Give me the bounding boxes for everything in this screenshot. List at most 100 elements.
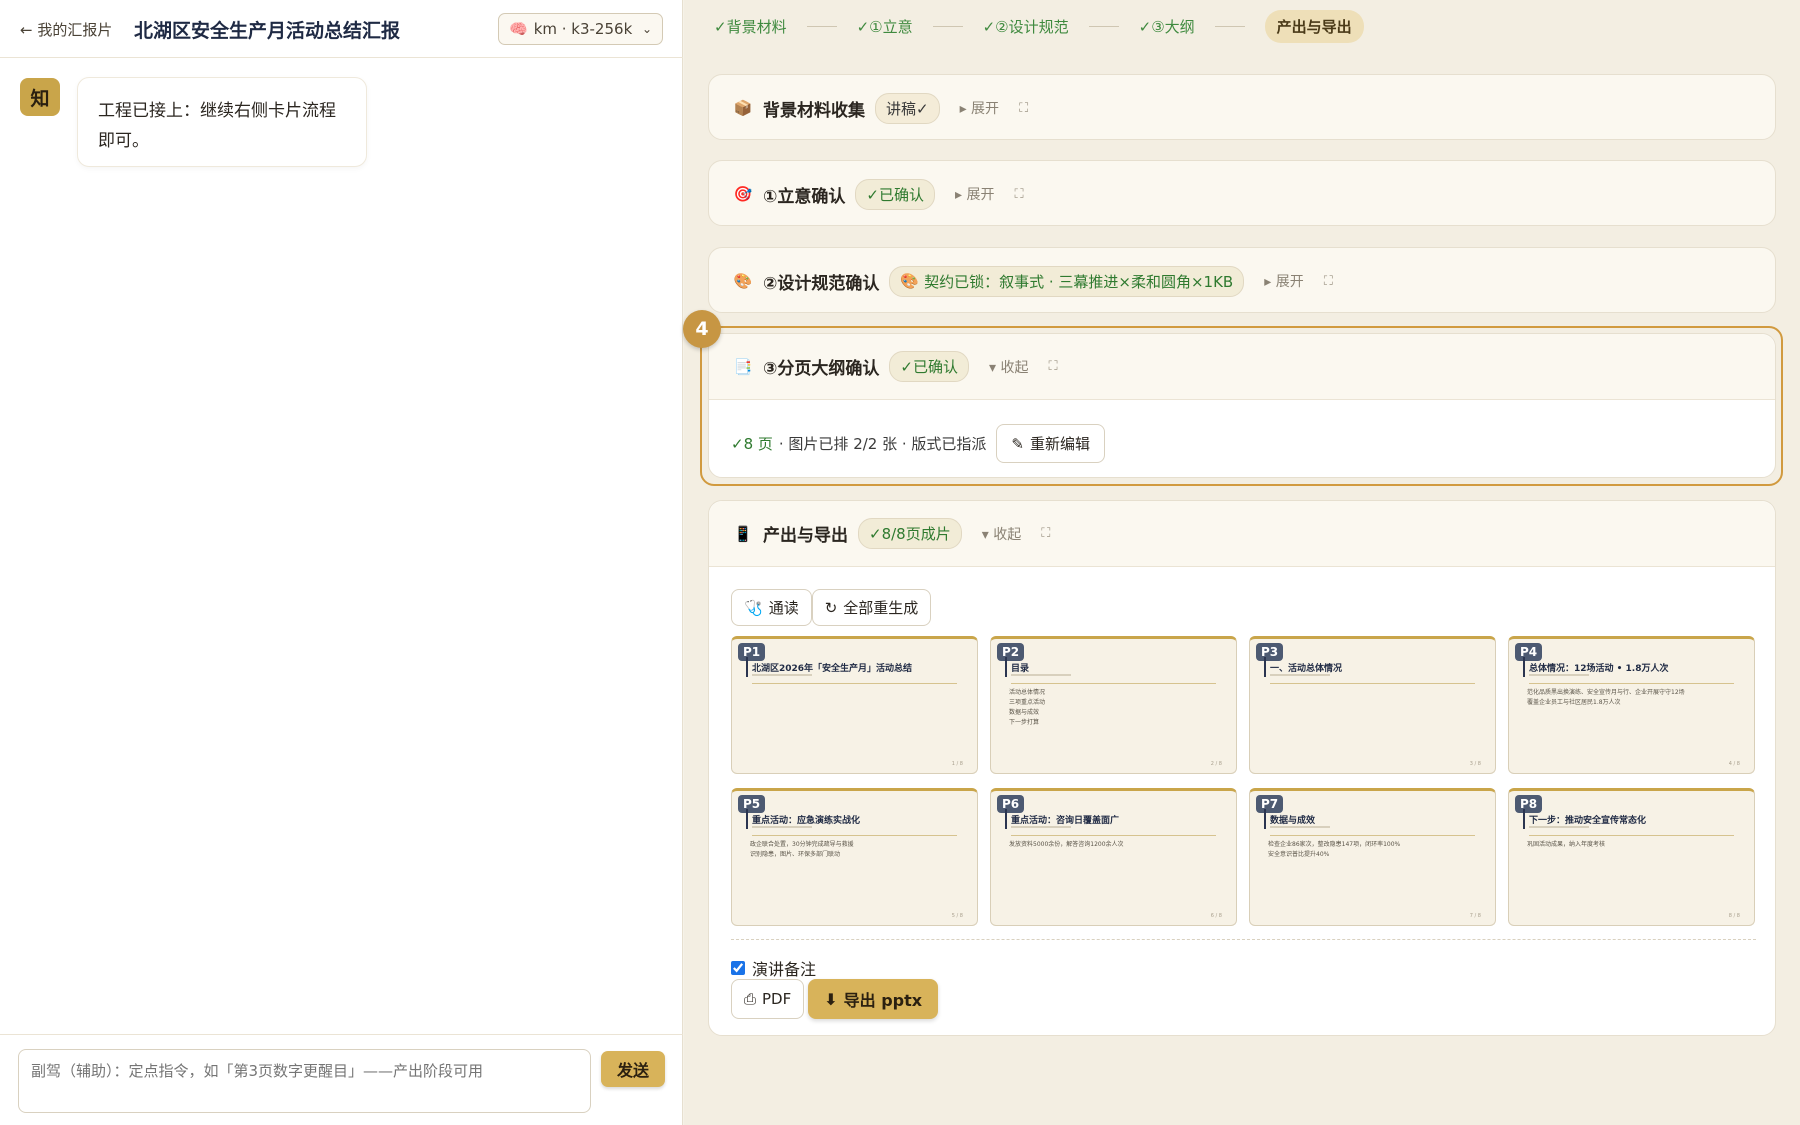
expand-toggle[interactable]: ▸ 展开 [960, 98, 999, 118]
slide-thumbnail[interactable]: P4 总体情况：12场活动 • 1.8万人次 范化品质黑出换演练、安全宣传月与行、企… [1508, 636, 1755, 774]
slide-divider [1011, 835, 1216, 836]
back-link[interactable]: ← 我的汇报片 [20, 19, 112, 40]
fullscreen-icon[interactable]: ⛶ [1324, 274, 1333, 289]
card-intent: 🎯 ①立意确认 ✓已确认 ▸ 展开 ⛶ [708, 160, 1776, 226]
step-connector [1214, 25, 1245, 27]
export-pdf-label: PDF [762, 990, 792, 1008]
slide-text-line: 活动总体情况 [1009, 689, 1046, 696]
slide-title: 一、活动总体情况 [1270, 664, 1343, 674]
slide-subtitle-placeholder [1529, 674, 1589, 676]
card-design-spec: 🎨 ②设计规范确认 🎨 契约已锁：叙事式 · 三幕推进×柔和圆角×1KB ▸ 展… [708, 247, 1776, 313]
step-intent[interactable]: ✓①立意 [857, 16, 913, 37]
composer-input[interactable] [18, 1049, 591, 1113]
slide-divider [1270, 835, 1475, 836]
slide-number-badge: P6 [997, 795, 1025, 813]
slide-text-line: 识别隐患，图片、环保多部门联动 [750, 851, 841, 858]
slide-divider [1529, 835, 1734, 836]
step-export[interactable]: 产出与导出 [1264, 9, 1364, 43]
step-connector [1088, 25, 1119, 27]
fullscreen-icon[interactable]: ⛶ [1041, 526, 1050, 541]
slide-subtitle-placeholder [752, 826, 812, 828]
slide-text-line: 数据与成效 [1009, 709, 1040, 716]
package-icon: 📦 [733, 99, 753, 117]
expand-toggle[interactable]: ▸ 展开 [1264, 271, 1303, 291]
slide-text-line: 巩固活动成果，纳入年度考核 [1527, 841, 1606, 848]
step-outline[interactable]: ✓③大纲 [1139, 16, 1195, 37]
slide-page-number: 6 / 8 [1210, 913, 1222, 919]
export-pdf-button[interactable]: ⎙ PDF [731, 979, 805, 1019]
card-title: 背景材料收集 [763, 100, 865, 121]
reedit-button[interactable]: ✎ 重新编辑 [996, 424, 1106, 463]
slide-text-line: 三项重点活动 [1009, 699, 1046, 706]
fullscreen-icon[interactable]: ⛶ [1019, 101, 1028, 116]
slide-number-badge: P5 [738, 795, 766, 813]
export-buttons: ⎙ PDF ⬇ 导出 pptx [731, 979, 939, 1019]
slide-thumbnail[interactable]: P6 重点活动：咨询日覆盖面广 发放资料5000余份，解答咨询1200余人次 6 / … [990, 788, 1237, 926]
palette-icon: 🎨 [733, 272, 753, 290]
status-badge-text: 契约已锁：叙事式 · 三幕推进×柔和圆角×1KB [924, 272, 1234, 291]
slide-divider [1011, 683, 1216, 684]
slide-title: 数据与成效 [1270, 816, 1316, 826]
slide-page-number: 3 / 8 [1469, 761, 1481, 767]
regenerate-all-label: 全部重生成 [843, 599, 919, 617]
slide-text-line: 安全意识普比提升40% [1268, 851, 1330, 858]
slide-thumbnail[interactable]: P2 目录 活动总体情况 三项重点活动 数据与成效 下一步打算 2 / 8 [990, 636, 1237, 774]
collapse-toggle[interactable]: ▾ 收起 [982, 524, 1021, 544]
slide-subtitle-placeholder [1011, 826, 1071, 828]
notepad-icon: 📑 [733, 357, 753, 376]
collapse-toggle[interactable]: ▾ 收起 [989, 357, 1028, 377]
slide-text-line: 覆盖企业员工与社区居民1.8万人次 [1527, 699, 1621, 706]
card-background: 📦 背景材料收集 讲稿✓ ▸ 展开 ⛶ [708, 74, 1776, 140]
slide-subtitle-placeholder [1529, 826, 1589, 828]
slide-title-accent [1523, 657, 1525, 677]
palette-icon: 🎨 [900, 272, 920, 290]
slide-text-line: 检查企业86家次，整改隐患147项，闭环率100% [1268, 841, 1401, 848]
slide-thumbnail[interactable]: P3 一、活动总体情况 3 / 8 [1249, 636, 1496, 774]
slide-page-number: 8 / 8 [1728, 913, 1740, 919]
regenerate-all-button[interactable]: ↻ 全部重生成 [811, 589, 932, 626]
chat-header: ← 我的汇报片 北湖区安全生产月活动总结汇报 🧠 km · k3-256k ⌄ [0, 0, 683, 58]
slide-title-accent [1264, 657, 1266, 677]
status-badge: 🎨 契约已锁：叙事式 · 三幕推进×柔和圆角×1KB [889, 265, 1245, 297]
slide-thumbnail[interactable]: P1 北湖区2026年「安全生产月」活动总结 1 / 8 [731, 636, 978, 774]
expand-toggle[interactable]: ▸ 展开 [955, 184, 994, 204]
stethoscope-icon: 🩺 [744, 598, 763, 617]
outline-summary: ✓8 页 · 图片已排 2/2 张 · 版式已指派 ✎ 重新编辑 [731, 424, 1106, 463]
assistant-avatar: 知 [20, 78, 60, 116]
card-export: 📱 产出与导出 ✓8/8页成片 ▾ 收起 ⛶ 🩺 通读 ↻ 全部重生成 P1 北湖… [708, 500, 1776, 1036]
step-background[interactable]: ✓背景材料 [714, 16, 787, 37]
slide-divider [1270, 683, 1475, 684]
fullscreen-icon[interactable]: ⛶ [1048, 359, 1057, 374]
progress-stepper: ✓背景材料 ✓①立意 ✓②设计规范 ✓③大纲 产出与导出 [684, 0, 1800, 52]
speaker-notes-label: 演讲备注 [752, 960, 817, 979]
slide-title-accent [746, 657, 748, 677]
speaker-notes-checkbox-row[interactable]: 演讲备注 [731, 956, 816, 980]
target-icon: 🎯 [733, 185, 753, 203]
slide-number-badge: P7 [1256, 795, 1284, 813]
slide-subtitle-placeholder [1270, 826, 1330, 828]
step-connector [932, 25, 963, 27]
read-through-button[interactable]: 🩺 通读 [731, 589, 812, 626]
composer: 发送 [0, 1034, 683, 1125]
slide-text-line: 政企联合处置，30分钟完成疏导与救援 [750, 841, 854, 848]
slide-subtitle-placeholder [1011, 674, 1071, 676]
slide-number-badge: P8 [1515, 795, 1543, 813]
read-through-label: 通读 [768, 599, 799, 617]
slide-thumbnail[interactable]: P5 重点活动：应急演练实战化 政企联合处置，30分钟完成疏导与救援 识别隐患，图片、… [731, 788, 978, 926]
slide-subtitle-placeholder [1270, 674, 1330, 676]
card-title: 产出与导出 [763, 526, 848, 546]
reedit-label: 重新编辑 [1030, 435, 1091, 453]
send-button[interactable]: 发送 [601, 1051, 665, 1087]
model-select[interactable]: 🧠 km · k3-256k ⌄ [498, 13, 663, 45]
fullscreen-icon[interactable]: ⛶ [1014, 187, 1023, 202]
slide-thumbnail[interactable]: P8 下一步：推动安全宣传常态化 巩固活动成果，纳入年度考核 8 / 8 [1508, 788, 1755, 926]
slide-thumbnail[interactable]: P7 数据与成效检查企业86家次，整改隐患147项，闭环率100% 安全意识普比提升… [1249, 788, 1496, 926]
slide-page-number: 7 / 8 [1469, 913, 1481, 919]
phone-icon: 📱 [733, 524, 753, 543]
slide-title: 重点活动：应急演练实战化 [752, 816, 861, 826]
export-pptx-button[interactable]: ⬇ 导出 pptx [808, 979, 939, 1019]
step-design[interactable]: ✓②设计规范 [983, 16, 1069, 37]
slide-number-badge: P4 [1515, 643, 1543, 661]
speaker-notes-checkbox[interactable] [731, 961, 745, 975]
slide-divider [752, 835, 957, 836]
